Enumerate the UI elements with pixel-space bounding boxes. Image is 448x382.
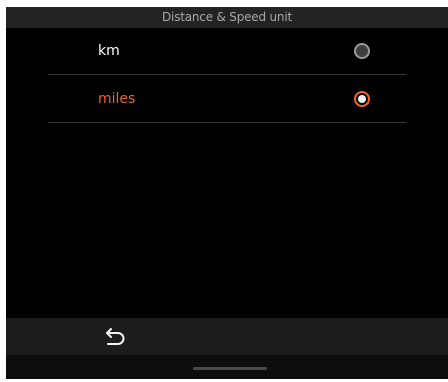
- back-arrow-icon: [106, 328, 125, 345]
- divider: [48, 122, 406, 123]
- page-title: Distance & Speed unit: [6, 7, 448, 28]
- back-button[interactable]: [97, 323, 133, 351]
- navigation-strip: [6, 355, 448, 379]
- divider: [48, 74, 406, 75]
- option-km-label: km: [98, 43, 120, 59]
- settings-screen: Distance & Speed unit km miles: [6, 7, 448, 379]
- option-miles-label: miles: [98, 91, 136, 107]
- option-km[interactable]: km: [48, 28, 406, 75]
- home-handle[interactable]: [193, 367, 267, 370]
- miles-radio-button[interactable]: [354, 91, 370, 107]
- km-radio-button[interactable]: [354, 43, 370, 59]
- option-miles[interactable]: miles: [48, 76, 406, 123]
- radio-selected-dot: [358, 95, 366, 103]
- device-frame: Distance & Speed unit km miles: [0, 0, 448, 382]
- bottom-bar: [6, 318, 448, 355]
